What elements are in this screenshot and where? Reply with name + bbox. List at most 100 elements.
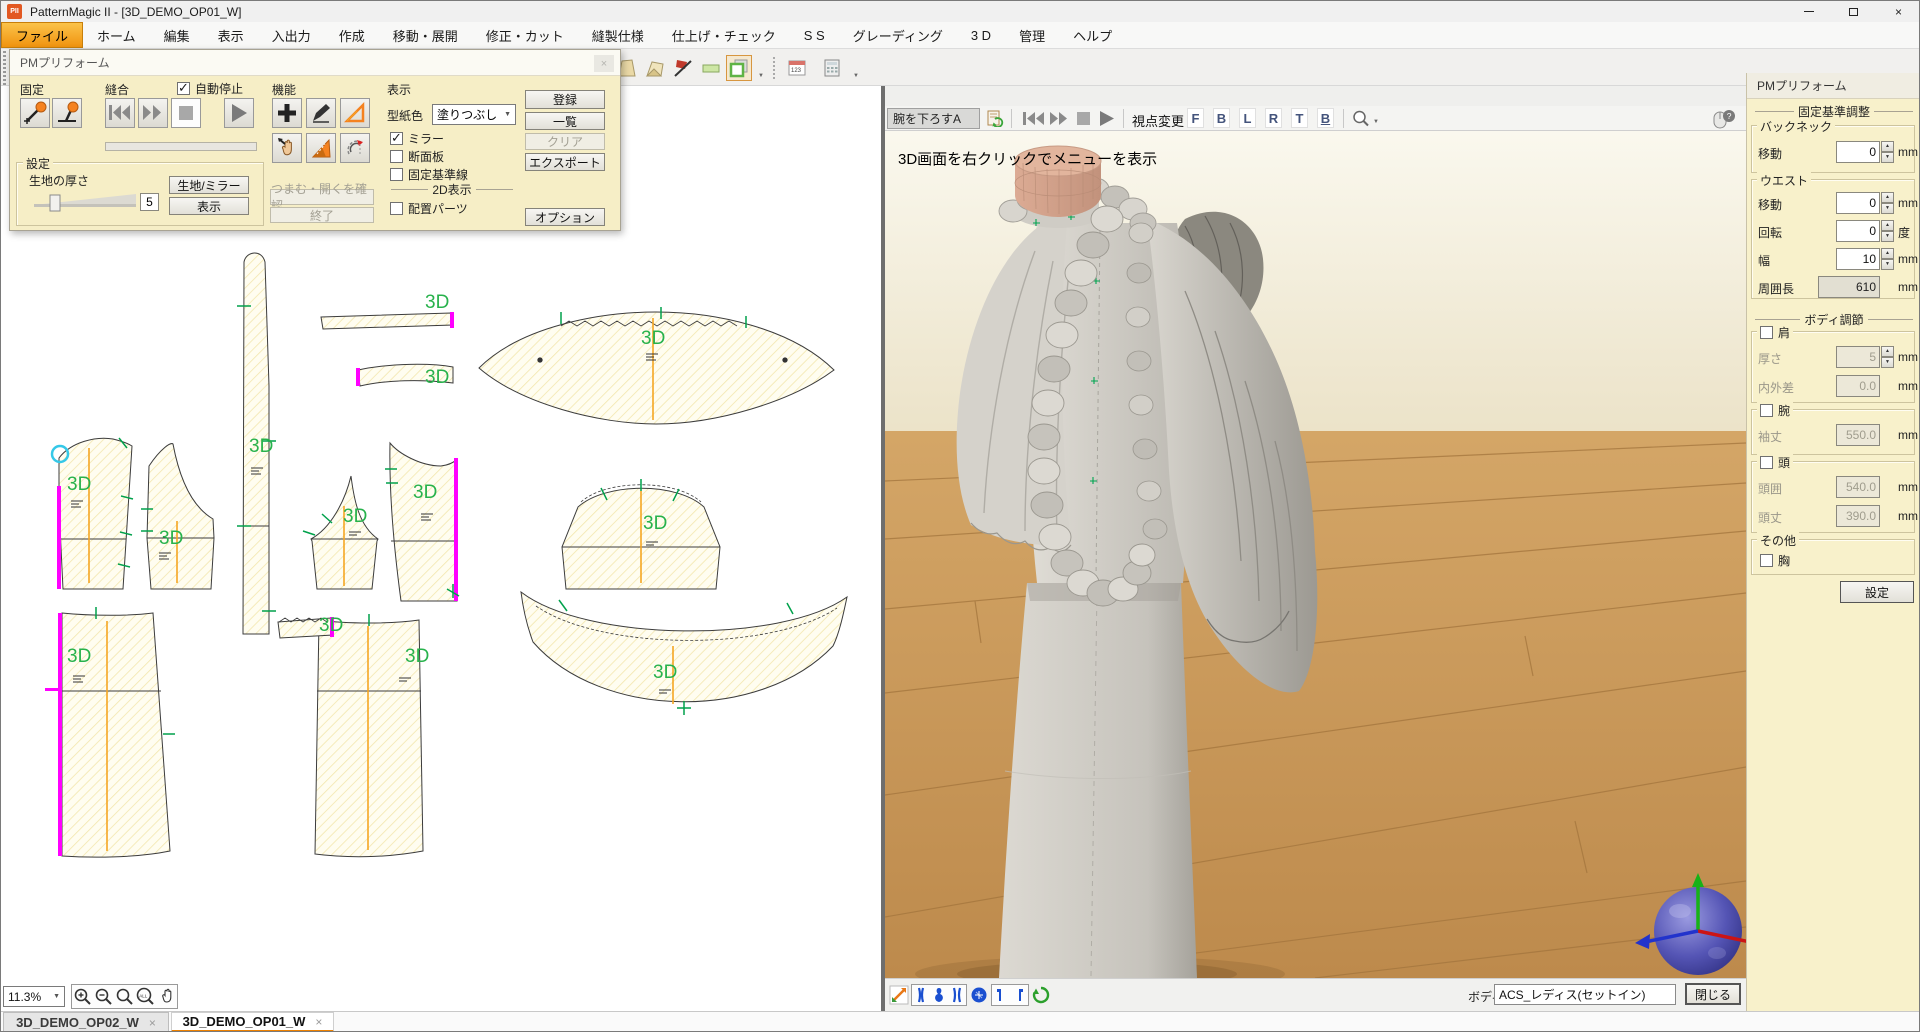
- shoulder-checkbox[interactable]: [1760, 326, 1773, 339]
- sim-stop-icon[interactable]: [1075, 110, 1093, 132]
- zoom-out-icon[interactable]: [94, 987, 114, 1007]
- view-top-button[interactable]: T: [1291, 108, 1308, 128]
- drape-view-1-icon[interactable]: [912, 985, 930, 1005]
- menu-item-create[interactable]: 作成: [325, 22, 379, 48]
- close-button[interactable]: ×: [1876, 1, 1920, 22]
- pan-hand-icon[interactable]: [157, 987, 177, 1007]
- menu-item-io[interactable]: 入出力: [258, 22, 325, 48]
- menu-item-sewing-spec[interactable]: 縫製仕様: [578, 22, 658, 48]
- chevron-down-icon[interactable]: ▼: [1373, 119, 1379, 125]
- zoom-all-icon[interactable]: ALL: [136, 987, 156, 1007]
- autostop-checkbox[interactable]: [177, 82, 190, 95]
- tab-close-icon[interactable]: ×: [149, 1016, 156, 1030]
- set-square-button[interactable]: [340, 98, 370, 128]
- refresh-sim-icon[interactable]: [1031, 985, 1051, 1005]
- measure-bar-icon[interactable]: [698, 55, 724, 81]
- body-name-field[interactable]: ACS_レディス(セットイン): [1494, 984, 1676, 1005]
- chevron-down-icon[interactable]: ▼: [758, 73, 764, 79]
- calculator-icon[interactable]: [819, 55, 845, 81]
- menu-item-home[interactable]: ホーム: [83, 22, 150, 48]
- backneck-move-field[interactable]: 0: [1836, 141, 1880, 163]
- waist-width-spinner[interactable]: ▲▼: [1881, 248, 1894, 270]
- fixed-baseline-checkbox[interactable]: [390, 168, 403, 181]
- tab-3d-demo-op02[interactable]: 3D_DEMO_OP02_W×: [3, 1012, 169, 1032]
- fold-left-icon[interactable]: [992, 985, 1010, 1005]
- waist-width-field[interactable]: 10: [1836, 248, 1880, 270]
- sew-forward-button[interactable]: [138, 98, 168, 128]
- zoom-in-icon[interactable]: [73, 987, 93, 1007]
- head-checkbox[interactable]: [1760, 456, 1773, 469]
- show-button[interactable]: 表示: [169, 197, 249, 215]
- panel-close-icon[interactable]: ×: [594, 55, 614, 72]
- backneck-move-spinner[interactable]: ▲▼: [1881, 141, 1894, 163]
- rotate-part-button[interactable]: [340, 133, 370, 163]
- mannequin-view-icon[interactable]: [930, 985, 948, 1005]
- cross-section-checkbox[interactable]: [390, 150, 403, 163]
- hand-tap-button[interactable]: [272, 133, 302, 163]
- option-button[interactable]: オプション: [525, 208, 605, 226]
- pin-add-button[interactable]: [20, 98, 50, 128]
- pattern-color-select[interactable]: 塗りつぶし▼: [432, 104, 516, 125]
- waist-rotate-spinner[interactable]: ▲▼: [1881, 220, 1894, 242]
- sidebar-settings-button[interactable]: 設定: [1840, 581, 1914, 603]
- no-sew-icon[interactable]: [670, 55, 696, 81]
- menu-item-finish-check[interactable]: 仕上げ・チェック: [658, 22, 790, 48]
- waist-rotate-field[interactable]: 0: [1836, 220, 1880, 242]
- chest-checkbox[interactable]: [1760, 554, 1773, 567]
- menu-item-view[interactable]: 表示: [204, 22, 258, 48]
- menu-item-3d[interactable]: 3 D: [957, 22, 1005, 48]
- fit-transform-icon[interactable]: [889, 985, 909, 1005]
- sim-forward-icon[interactable]: [1048, 110, 1072, 132]
- menu-item-file[interactable]: ファイル: [1, 22, 83, 48]
- minimize-button[interactable]: [1786, 1, 1831, 22]
- view-bottom-button[interactable]: B: [1317, 108, 1334, 128]
- fabric-mirror-button[interactable]: 生地/ミラー: [169, 176, 249, 194]
- pose-select[interactable]: 腕を下ろすA: [887, 108, 980, 129]
- panel-drag-grip[interactable]: [3, 51, 6, 85]
- menu-item-move-expand[interactable]: 移動・展開: [379, 22, 472, 48]
- panel-title-bar[interactable]: PMプリフォーム ×: [10, 50, 620, 76]
- menu-item-edit[interactable]: 編集: [150, 22, 204, 48]
- arm-checkbox[interactable]: [1760, 404, 1773, 417]
- sim-play-icon[interactable]: [1097, 109, 1117, 133]
- tab-close-icon[interactable]: ×: [315, 1015, 322, 1029]
- register-button[interactable]: 登録: [525, 90, 605, 109]
- add-pin-plus-button[interactable]: [272, 98, 302, 128]
- scene-3d[interactable]: [885, 131, 1746, 978]
- pattern-piece-band[interactable]: [521, 592, 847, 702]
- pattern-piece-bodice-r[interactable]: [390, 443, 457, 601]
- pattern-piece-bodice-l2[interactable]: [147, 444, 214, 589]
- numeric-123-icon[interactable]: 123: [784, 55, 810, 81]
- mesh-sphere-icon[interactable]: [969, 985, 989, 1005]
- waist-move-spinner[interactable]: ▲▼: [1881, 192, 1894, 214]
- thickness-slider[interactable]: [32, 190, 144, 217]
- restore-button[interactable]: [1831, 1, 1876, 22]
- mirror-checkbox[interactable]: [390, 132, 403, 145]
- sew-play-button[interactable]: [224, 98, 254, 128]
- pin-base-button[interactable]: [52, 98, 82, 128]
- menu-item-modify-cut[interactable]: 修正・カット: [472, 22, 578, 48]
- simulation-log-icon[interactable]: [986, 109, 1004, 132]
- pencil-draw-button[interactable]: [306, 98, 336, 128]
- chevron-down-icon[interactable]: ▼: [853, 73, 859, 79]
- fold-check-button[interactable]: [306, 133, 336, 163]
- close-3d-button[interactable]: 閉じる: [1685, 983, 1741, 1005]
- menu-item-manage[interactable]: 管理: [1005, 22, 1059, 48]
- sew-stop-button[interactable]: [171, 98, 201, 128]
- zoom-level-select[interactable]: 11.3%▼: [3, 986, 65, 1007]
- pattern-piece-strip-a[interactable]: [321, 313, 453, 329]
- view-back-button[interactable]: B: [1213, 108, 1230, 128]
- sim-rewind-icon[interactable]: [1021, 110, 1047, 132]
- menu-item-ss[interactable]: S S: [790, 22, 839, 48]
- menu-item-grading[interactable]: グレーディング: [839, 22, 957, 48]
- pattern-fold-icon[interactable]: [642, 55, 668, 81]
- fold-right-icon[interactable]: [1010, 985, 1028, 1005]
- sew-rewind-button[interactable]: [105, 98, 135, 128]
- pattern-piece-bodice-l1[interactable]: [59, 438, 132, 589]
- drape-view-2-icon[interactable]: [948, 985, 966, 1005]
- menu-item-help[interactable]: ヘルプ: [1059, 22, 1126, 48]
- waist-move-field[interactable]: 0: [1836, 192, 1880, 214]
- view-right-button[interactable]: R: [1265, 108, 1282, 128]
- zoom-window-icon[interactable]: [115, 987, 135, 1007]
- list-button[interactable]: 一覧: [525, 112, 605, 130]
